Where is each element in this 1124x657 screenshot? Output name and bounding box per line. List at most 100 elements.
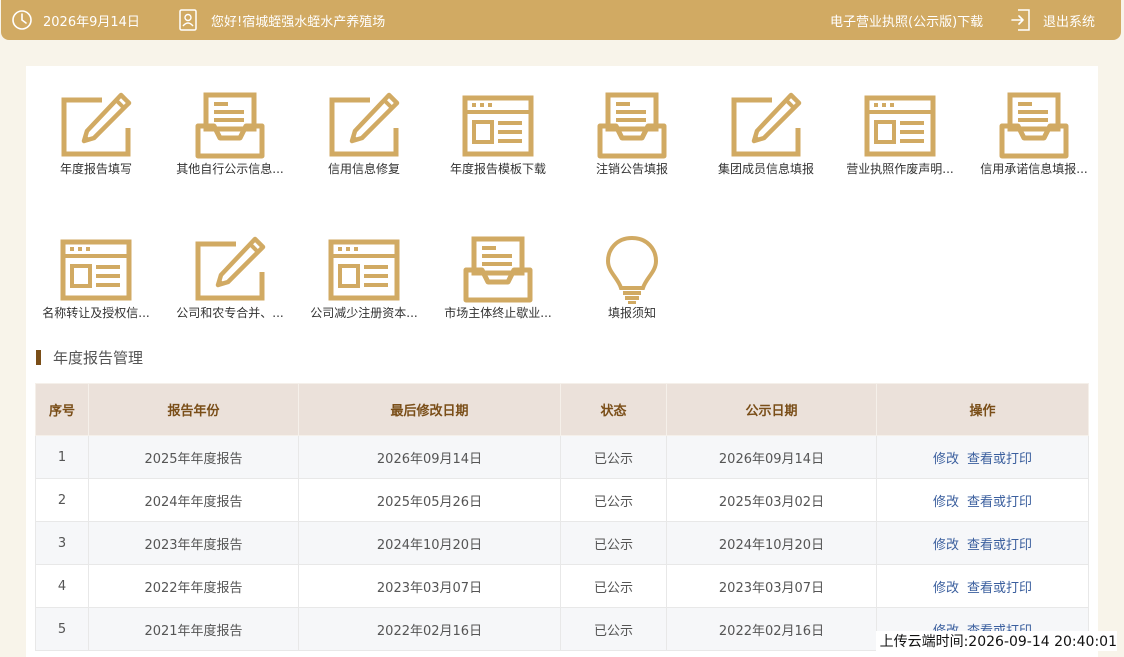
function-tile-label: 信用信息修复 — [327, 162, 400, 176]
view-print-link[interactable]: 查看或打印 — [967, 581, 1032, 596]
function-tile[interactable]: 信用承诺信息填报... — [970, 66, 1098, 186]
main-panel: 年度报告填写 其他自行公示信息... 信用信息修复 年度报告模板下载 注销公告填报 集团成… — [26, 66, 1098, 657]
cell-modified: 2023年03月07日 — [298, 564, 561, 608]
upload-time: 上传云端时间:2026-09-14 20:40:01 — [875, 631, 1117, 651]
cell-modified: 2026年09月14日 — [298, 435, 561, 479]
table-row: 1 2025年年度报告 2026年09月14日 已公示 2026年09月14日 修改 查看或… — [35, 435, 1089, 479]
cell-published: 2026年09月14日 — [666, 435, 877, 479]
user-greeting: 您好!宿城蛭强水蛭水产养殖场 — [179, 0, 385, 40]
function-tile[interactable]: 信用信息修复 — [300, 66, 428, 186]
section-title: 年度报告管理 — [36, 346, 143, 368]
cell-published: 2024年10月20日 — [666, 521, 877, 565]
table-row: 3 2023年年度报告 2024年10月20日 已公示 2024年10月20日 修改 查看或… — [35, 521, 1089, 565]
function-tile[interactable]: 市场主体终止歇业... — [434, 210, 562, 330]
license-download-link[interactable]: 电子营业执照(公示版)下载 — [830, 0, 983, 40]
cell-no: 3 — [35, 521, 89, 565]
inbox-tray-icon — [998, 92, 1070, 160]
top-bar: 2026年9月14日 您好!宿城蛭强水蛭水产养殖场 电子营业执照(公示版)下载 … — [1, 0, 1121, 40]
view-print-link[interactable]: 查看或打印 — [967, 538, 1032, 553]
function-tile-label: 名称转让及授权信... — [42, 306, 150, 320]
browser-window-icon — [328, 236, 400, 304]
cell-modified: 2024年10月20日 — [298, 521, 561, 565]
function-tile-label: 市场主体终止歇业... — [444, 306, 552, 320]
cell-status: 已公示 — [560, 435, 667, 479]
cell-published: 2025年03月02日 — [666, 478, 877, 522]
header-no: 序号 — [35, 383, 89, 436]
function-tile[interactable]: 填报须知 — [568, 210, 696, 330]
function-tile[interactable]: 营业执照作废声明... — [836, 66, 964, 186]
view-print-link[interactable]: 查看或打印 — [967, 452, 1032, 467]
cell-actions: 修改查看或打印 — [876, 478, 1089, 522]
cell-actions: 修改查看或打印 — [876, 435, 1089, 479]
annual-report-table: 序号 报告年份 最后修改日期 状态 公示日期 操作 1 2025年年度报告 2026… — [35, 383, 1089, 651]
cell-actions: 修改查看或打印 — [876, 521, 1089, 565]
header-year: 报告年份 — [88, 383, 299, 436]
lightbulb-icon — [596, 235, 668, 305]
cell-status: 已公示 — [560, 607, 667, 651]
cell-modified: 2022年02月16日 — [298, 607, 561, 651]
function-tile[interactable]: 公司减少注册资本... — [300, 210, 428, 330]
browser-window-icon — [864, 92, 936, 160]
edit-link[interactable]: 修改 — [933, 452, 959, 467]
cell-published: 2022年02月16日 — [666, 607, 877, 651]
cell-no: 1 — [35, 435, 89, 479]
cell-year: 2022年年度报告 — [88, 564, 299, 608]
edit-link[interactable]: 修改 — [933, 538, 959, 553]
browser-window-icon — [60, 236, 132, 304]
function-tile-label: 公司和农专合并、... — [176, 306, 284, 320]
cell-no: 2 — [35, 478, 89, 522]
function-tile-label: 集团成员信息填报 — [717, 162, 814, 176]
function-tile[interactable]: 其他自行公示信息... — [166, 66, 294, 186]
header-status: 状态 — [560, 383, 667, 436]
function-tile-label: 营业执照作废声明... — [846, 162, 954, 176]
logout-button[interactable]: 退出系统 — [1011, 0, 1095, 40]
header-modified: 最后修改日期 — [298, 383, 561, 436]
function-tile-label: 其他自行公示信息... — [176, 162, 284, 176]
date-text: 2026年9月14日 — [43, 14, 140, 30]
cell-published: 2023年03月07日 — [666, 564, 877, 608]
clock-icon — [12, 10, 32, 30]
inbox-tray-icon — [462, 236, 534, 304]
cell-no: 4 — [35, 564, 89, 608]
function-tile[interactable]: 名称转让及授权信... — [32, 210, 160, 330]
cell-no: 5 — [35, 607, 89, 651]
table-row: 2 2024年年度报告 2025年05月26日 已公示 2025年03月02日 修改 查看或… — [35, 478, 1089, 522]
view-print-link[interactable]: 查看或打印 — [967, 495, 1032, 510]
cell-actions: 修改查看或打印 — [876, 564, 1089, 608]
date-display: 2026年9月14日 — [11, 0, 140, 40]
pencil-form-icon — [60, 92, 132, 160]
function-tile-label: 年度报告模板下载 — [449, 162, 546, 176]
browser-window-icon — [462, 92, 534, 160]
header-actions: 操作 — [876, 383, 1089, 436]
pencil-form-icon — [194, 236, 266, 304]
annual-report-table-wrap: 序号 报告年份 最后修改日期 状态 公示日期 操作 1 2025年年度报告 2026… — [35, 383, 1089, 651]
table-row: 4 2022年年度报告 2023年03月07日 已公示 2023年03月07日 修改 查看或… — [35, 564, 1089, 608]
cell-year: 2024年年度报告 — [88, 478, 299, 522]
table-header-row: 序号 报告年份 最后修改日期 状态 公示日期 操作 — [35, 383, 1089, 436]
logout-label: 退出系统 — [1043, 14, 1096, 30]
logout-icon — [1011, 9, 1030, 31]
function-tile[interactable]: 公司和农专合并、... — [166, 210, 294, 330]
cell-modified: 2025年05月26日 — [298, 478, 561, 522]
function-tile[interactable]: 年度报告模板下载 — [434, 66, 562, 186]
function-tile-label: 公司减少注册资本... — [310, 306, 418, 320]
cell-status: 已公示 — [560, 564, 667, 608]
greeting-text: 您好!宿城蛭强水蛭水产养殖场 — [211, 14, 386, 30]
function-tile[interactable]: 年度报告填写 — [32, 66, 160, 186]
edit-link[interactable]: 修改 — [933, 495, 959, 510]
function-tile-label: 填报须知 — [607, 306, 656, 320]
function-tile-label: 注销公告填报 — [595, 162, 668, 176]
cell-year: 2023年年度报告 — [88, 521, 299, 565]
section-title-text: 年度报告管理 — [53, 348, 144, 367]
function-tile-label: 年度报告填写 — [59, 162, 132, 176]
inbox-tray-icon — [194, 92, 266, 160]
pencil-form-icon — [730, 92, 802, 160]
header-published: 公示日期 — [666, 383, 877, 436]
function-tile-label: 信用承诺信息填报... — [980, 162, 1088, 176]
edit-link[interactable]: 修改 — [933, 581, 959, 596]
cell-year: 2021年年度报告 — [88, 607, 299, 651]
cell-status: 已公示 — [560, 478, 667, 522]
function-tile[interactable]: 集团成员信息填报 — [702, 66, 830, 186]
section-title-bar — [36, 349, 41, 365]
function-tile[interactable]: 注销公告填报 — [568, 66, 696, 186]
